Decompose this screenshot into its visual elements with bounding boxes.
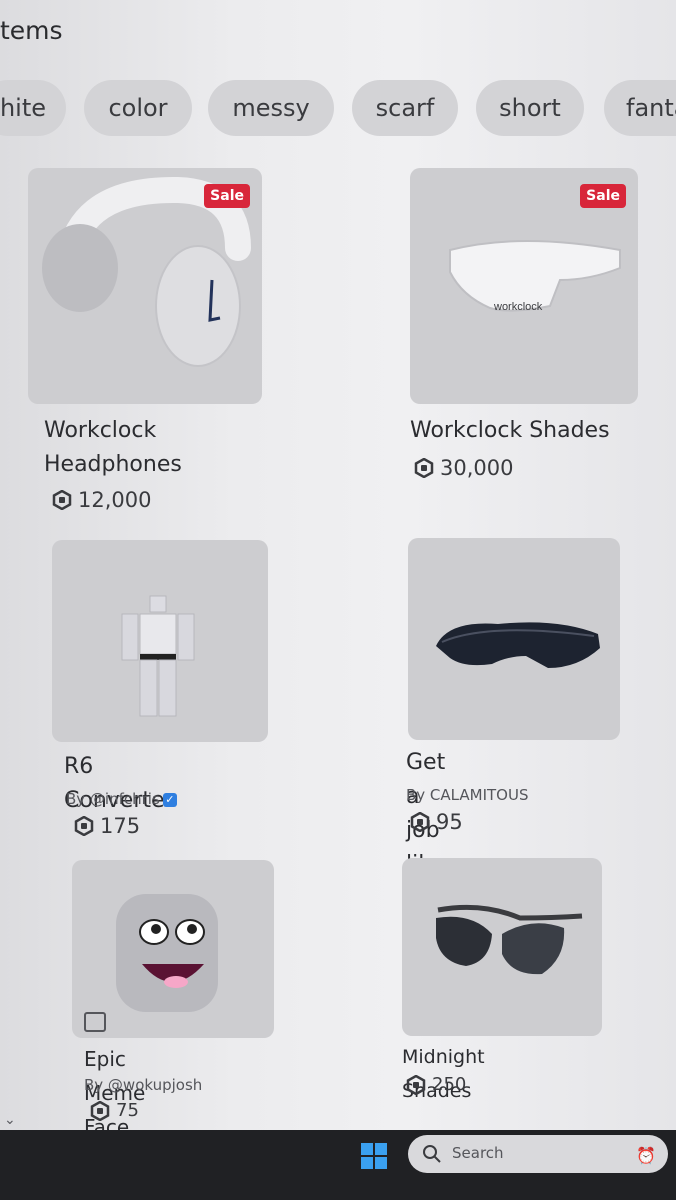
filter-chip-fantasy[interactable]: fanta	[604, 80, 676, 136]
filter-chip-scarf[interactable]: scarf	[352, 80, 458, 136]
item-thumbnail[interactable]	[52, 540, 268, 742]
taskbar-search-box[interactable]: Search ⏰	[408, 1135, 668, 1173]
item-name[interactable]: Workclock Headphones	[44, 414, 244, 482]
item-name[interactable]: Workclock Shades	[410, 414, 650, 448]
item-thumbnail[interactable]	[402, 858, 602, 1036]
item-thumbnail[interactable]: workclock Sale	[410, 168, 638, 404]
filter-chip-messy[interactable]: messy	[208, 80, 334, 136]
sale-badge: Sale	[580, 184, 626, 208]
item-thumbnail[interactable]	[72, 860, 274, 1038]
robux-icon	[74, 816, 94, 836]
creator-name[interactable]: By @wokupjosh	[84, 1076, 202, 1094]
creator-name[interactable]: By @infchris	[66, 790, 160, 808]
robux-icon	[90, 1100, 110, 1121]
search-placeholder: Search	[452, 1144, 504, 1162]
chevron-down-icon[interactable]: ⌄	[4, 1112, 16, 1128]
filter-chip-white[interactable]: hite	[0, 80, 66, 136]
item-price: 12,000	[52, 488, 151, 512]
shades-print-text: workclock	[493, 301, 543, 313]
screen: tems hite color messy scarf short fanta …	[0, 0, 676, 1200]
price-value: 75	[116, 1100, 139, 1121]
windows-start-icon[interactable]	[360, 1142, 388, 1170]
robux-icon	[414, 458, 434, 478]
robux-icon	[410, 812, 430, 832]
sunglasses-image	[436, 622, 600, 668]
search-icon	[423, 1145, 441, 1163]
filter-chip-short[interactable]: short	[476, 80, 584, 136]
creator-link[interactable]: By @infchris ✓	[66, 790, 177, 808]
price-value: 95	[436, 810, 463, 834]
price-value: 175	[100, 814, 141, 838]
item-thumbnail[interactable]	[408, 538, 620, 740]
robux-icon	[52, 490, 72, 510]
creator-name[interactable]: By CALAMITOUS	[406, 786, 528, 804]
page-title: tems	[0, 16, 63, 45]
robux-icon	[406, 1074, 426, 1095]
item-thumbnail[interactable]: Sale	[28, 168, 262, 404]
verified-badge-icon: ✓	[162, 792, 177, 807]
item-price: 175	[74, 814, 140, 838]
filter-chip-color[interactable]: color	[84, 80, 192, 136]
emote-face-icon	[84, 1012, 106, 1032]
sale-badge: Sale	[204, 184, 250, 208]
r6-avatar-image	[121, 595, 195, 717]
price-value: 12,000	[78, 488, 152, 512]
item-price: 250	[406, 1074, 466, 1095]
aviator-shades-image	[436, 904, 583, 975]
item-price: 30,000	[414, 456, 513, 480]
price-value: 30,000	[440, 456, 514, 480]
taskbar: Search ⏰	[0, 1130, 676, 1200]
item-price: 95	[410, 810, 463, 834]
item-price: 75	[90, 1100, 139, 1121]
tray-alert-icon[interactable]: ⏰	[636, 1146, 656, 1165]
price-value: 250	[432, 1074, 467, 1095]
